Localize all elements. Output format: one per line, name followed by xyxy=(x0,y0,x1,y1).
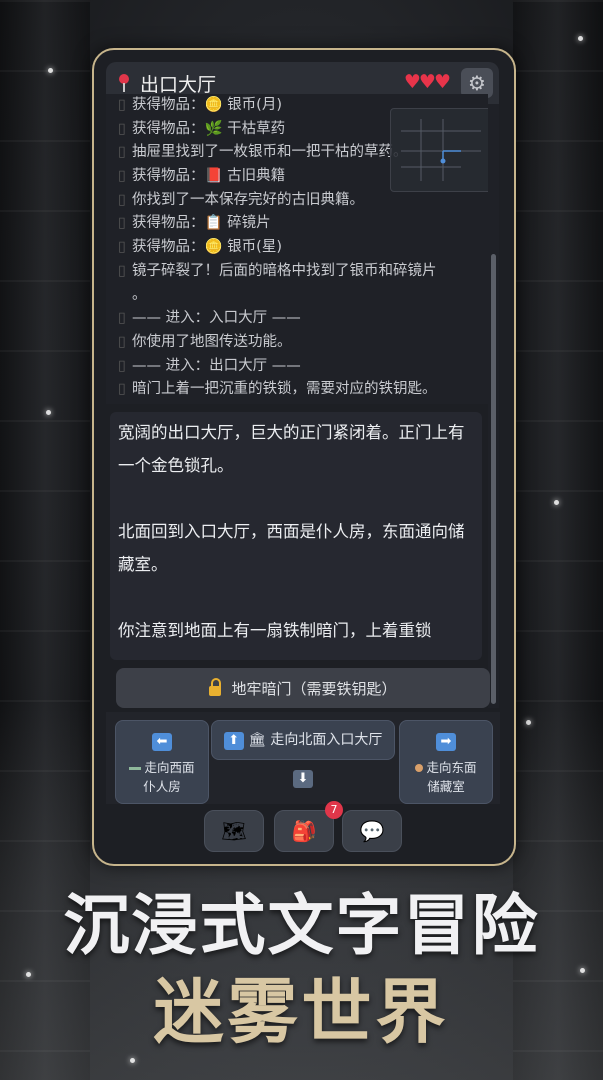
sparkle xyxy=(526,720,531,725)
log-text: 。 xyxy=(132,286,147,303)
player-marker xyxy=(440,158,446,164)
lock-icon xyxy=(209,678,222,696)
log-text: —— 进入：入口大厅 —— xyxy=(132,310,301,327)
log-text: 获得物品：🪙 银币(月) xyxy=(132,97,282,113)
log-text: 你使用了地图传送功能。 xyxy=(132,333,292,350)
log-text: 获得物品：🌿 干枯草药 xyxy=(132,120,286,137)
description-paragraph: 宽阔的出口大厅，巨大的正门紧闭着。正门上有一个金色锁孔。 xyxy=(118,423,465,475)
log-line: 。 xyxy=(106,284,488,308)
chat-button[interactable]: 💬 xyxy=(342,810,402,852)
storage-icon xyxy=(415,764,424,772)
backpack-icon: 🎒 xyxy=(291,819,317,843)
sparkle xyxy=(554,500,559,505)
log-line: ▯ 获得物品：📋 碎镜片 xyxy=(106,212,488,236)
room-icon xyxy=(129,767,142,770)
description-paragraph: 北面回到入口大厅，西面是仆人房，东面通向储藏室。 xyxy=(118,522,465,574)
west-line1: 走向西面 xyxy=(144,760,195,775)
dungeon-door-label: 地牢暗门（需要铁钥匙） xyxy=(231,679,397,698)
arrow-up-icon: ⬆ xyxy=(223,732,244,750)
log-bullet: ▯ xyxy=(118,357,126,374)
toolbar: 🗺 🎒 7 💬 xyxy=(94,801,514,864)
scrollbar-thumb[interactable] xyxy=(491,254,496,704)
east-line2: 储藏室 xyxy=(427,779,465,794)
health-hearts: ♥♥♥ xyxy=(403,71,451,93)
sparkle xyxy=(46,410,51,415)
arrow-right-icon: ➡ xyxy=(436,733,456,751)
chat-bubble-icon: 💬 xyxy=(359,819,385,843)
log-bullet: ▯ xyxy=(118,381,126,398)
inventory-button[interactable]: 🎒 7 xyxy=(274,801,343,852)
slogan-line-1: 沉浸式文字冒险 xyxy=(63,886,540,964)
dungeon-door-button[interactable]: 地牢暗门（需要铁钥匙） xyxy=(116,668,490,708)
log-line: ▯ —— 进入：入口大厅 —— xyxy=(106,307,488,331)
log-line: ▯ —— 进入：出口大厅 —— xyxy=(106,355,488,379)
arrow-down-icon[interactable]: ⬇ xyxy=(293,770,313,788)
log-text: 获得物品：🪙 银币(星) xyxy=(132,239,282,256)
minimap[interactable] xyxy=(390,108,492,192)
inventory-count-badge: 7 xyxy=(325,801,343,819)
go-north-button[interactable]: ⬆ 🏛 走向北面入口大厅 xyxy=(211,720,395,760)
log-bullet: ▯ xyxy=(118,168,126,185)
log-bullet: ▯ xyxy=(118,239,126,256)
map-icon: 🗺 xyxy=(221,819,247,843)
log-bullet: ▯ xyxy=(118,215,126,232)
log-bullet: ▯ xyxy=(118,333,126,350)
log-bullet: ▯ xyxy=(118,191,126,208)
log-bullet: ▯ xyxy=(118,310,126,327)
log-bullet: ▯ xyxy=(118,120,126,137)
go-east-button[interactable]: ➡ 走向东面 储藏室 xyxy=(399,720,493,804)
log-bullet: ▯ xyxy=(118,262,126,279)
game-screen: 出口大厅 ♥♥♥ ⚙ ▯ 获得物品：🪙 银币(月) ▯ 获得物品：🌿 干枯草药 ▯ 抽屉里… xyxy=(92,48,516,866)
log-text: 获得物品：📕 古旧典籍 xyxy=(132,168,286,185)
log-text: 抽屉里找到了一枚银币和一把干枯的草药。 xyxy=(132,144,408,161)
location-title: 出口大厅 xyxy=(140,73,217,96)
log-text: —— 进入：出口大厅 —— xyxy=(132,357,301,374)
slogan-line-2: 迷雾世界 xyxy=(153,970,450,1053)
log-bullet: ▯ xyxy=(118,144,126,161)
scrollbar[interactable] xyxy=(488,104,499,708)
map-button[interactable]: 🗺 xyxy=(204,810,264,852)
log-bullet: ▯ xyxy=(118,97,126,113)
room-description: 宽阔的出口大厅，巨大的正门紧闭着。正门上有一个金色锁孔。 北面回到入口大厅，西面… xyxy=(110,412,482,660)
log-line: ▯ 获得物品：🪙 银币(星) xyxy=(106,236,488,260)
east-line1: 走向东面 xyxy=(426,760,477,775)
log-text: 镜子碎裂了！后面的暗格中找到了银币和碎镜片 xyxy=(132,262,437,279)
log-text: 获得物品：📋 碎镜片 xyxy=(132,215,271,232)
log-line: ▯ 暗门上着一把沉重的铁锁，需要对应的铁钥匙。 xyxy=(106,378,488,402)
minimap-grid xyxy=(401,119,481,181)
sparkle xyxy=(578,36,583,41)
west-line2: 仆人房 xyxy=(143,779,181,794)
hall-icon: 🏛 xyxy=(248,732,266,748)
arrow-left-icon: ⬅ xyxy=(152,733,172,751)
north-label: 走向北面入口大厅 xyxy=(270,732,383,748)
log-text: 你找到了一本保存完好的古旧典籍。 xyxy=(132,191,364,208)
direction-pad: ⬅ 走向西面 仆人房 ⬆ 🏛 走向北面入口大厅 ⬇ ➡ 走向东面 储藏室 xyxy=(106,712,500,804)
log-line: ▯ 你使用了地图传送功能。 xyxy=(106,331,488,355)
go-west-button[interactable]: ⬅ 走向西面 仆人房 xyxy=(115,720,209,804)
log-line: ▯ 镜子碎裂了！后面的暗格中找到了银币和碎镜片 xyxy=(106,260,488,284)
log-text: 暗门上着一把沉重的铁锁，需要对应的铁钥匙。 xyxy=(132,381,437,398)
sparkle xyxy=(130,1058,135,1063)
description-paragraph: 你注意到地面上有一扇铁制暗门，上着重锁 xyxy=(118,621,432,640)
location-pin-icon xyxy=(118,74,130,92)
sparkle xyxy=(48,68,53,73)
